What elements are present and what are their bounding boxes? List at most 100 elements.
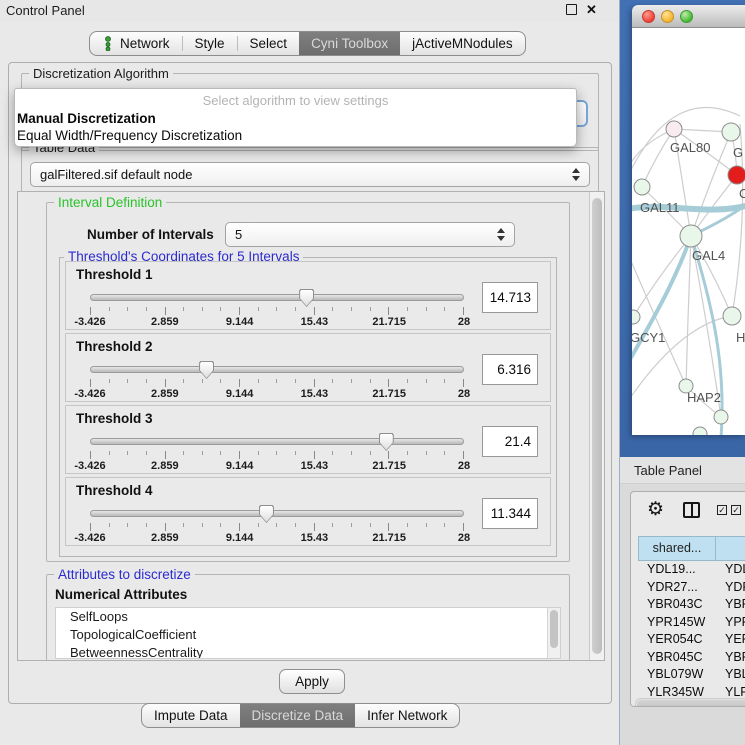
slider-track[interactable] [90, 294, 464, 301]
threshold-value-field[interactable]: 14.713 [482, 282, 538, 313]
table-row[interactable]: YBR045CYBR0 [638, 649, 745, 667]
network-node[interactable] [680, 225, 702, 247]
zoom-traffic-icon[interactable] [680, 10, 693, 23]
attribute-list-item[interactable]: SelfLoops [56, 608, 560, 626]
table-cell[interactable]: YER0 [716, 631, 745, 649]
table-column-header[interactable]: na [716, 536, 745, 561]
slider-ticks [90, 379, 464, 387]
threshold-title: Threshold 4 [76, 483, 153, 498]
table-data-group: Table Data galFiltered.sif default node [21, 147, 599, 193]
table-cell[interactable]: YBL079W [638, 666, 716, 684]
threshold-value-field[interactable]: 6.316 [482, 354, 538, 385]
table-cell[interactable]: YPR145W [638, 614, 716, 632]
attribute-list-item[interactable]: BetweennessCentrality [56, 644, 560, 659]
table-cell[interactable]: YDL19... [638, 561, 716, 579]
numerical-attributes-list[interactable]: SelfLoopsTopologicalCoefficientBetweenne… [55, 607, 561, 659]
table-cell[interactable]: YBR0 [716, 649, 745, 667]
table-row[interactable]: YBL079WYBL0 [638, 666, 745, 684]
slider-handle[interactable] [379, 433, 394, 451]
tab-label: Discretize Data [252, 708, 344, 723]
close-icon[interactable]: ✕ [586, 2, 597, 18]
control-panel-tabbar: NetworkStyleSelectCyni Toolbox jActiveMNo… [89, 31, 526, 56]
tab-cyni-toolbox[interactable]: Cyni Toolbox [299, 32, 400, 55]
threshold-slider[interactable]: -3.4262.8599.14415.4321.71528 [84, 432, 470, 472]
apply-button[interactable]: Apply [279, 669, 345, 694]
tick-label: 15.43 [301, 316, 329, 328]
table-data-combobox[interactable]: galFiltered.sif default node [30, 162, 590, 187]
minimize-traffic-icon[interactable] [661, 10, 674, 23]
table-cell[interactable]: YER054C [638, 631, 716, 649]
node-attribute-table[interactable]: shared...naYDL19...YDL1YDR27...YDR2YBR04… [638, 536, 745, 707]
attributes-list-scrollbar[interactable] [547, 608, 560, 658]
float-window-icon[interactable] [566, 4, 577, 15]
network-node-label: GAL80 [670, 140, 710, 155]
network-node[interactable] [723, 307, 741, 325]
slider-ticks [90, 307, 464, 315]
network-node-label: GAL4 [692, 248, 725, 263]
slider-handle[interactable] [199, 361, 214, 379]
threshold-slider[interactable]: -3.4262.8599.14415.4321.71528 [84, 288, 470, 328]
tab-network[interactable]: Network [90, 32, 182, 55]
network-node[interactable] [632, 310, 640, 324]
table-row[interactable]: YER054CYER0 [638, 631, 745, 649]
network-node[interactable] [714, 410, 728, 424]
network-graph[interactable]: GAL80GGAL11CGAL4GCY1HHAP2 [632, 28, 745, 435]
attribute-list-item[interactable]: TopologicalCoefficient [56, 626, 560, 644]
slider-handle[interactable] [299, 289, 314, 307]
table-cell[interactable]: YBR045C [638, 649, 716, 667]
network-canvas[interactable]: GAL80GGAL11CGAL4GCY1HHAP2 [632, 28, 745, 435]
settings-vertical-scrollbar[interactable] [589, 192, 604, 660]
table-cell[interactable]: YBR043C [638, 596, 716, 614]
gear-icon[interactable]: ⚙ [647, 500, 664, 519]
tick-label: 21.715 [372, 460, 406, 472]
tab-label: jActiveMNodules [412, 36, 513, 51]
tab-jactivemnodules[interactable]: jActiveMNodules [400, 32, 525, 55]
combo-arrows-icon [571, 163, 581, 186]
table-row[interactable]: YPR145WYPR1 [638, 614, 745, 632]
thresholds-group: Threshold's Coordinates for 5 Intervals … [59, 257, 557, 557]
tab-infer-network[interactable]: Infer Network [355, 704, 459, 727]
network-edge-highlighted[interactable] [632, 236, 691, 370]
threshold-slider[interactable]: -3.4262.8599.14415.4321.71528 [84, 360, 470, 400]
threshold-slider[interactable]: -3.4262.8599.14415.4321.71528 [84, 504, 470, 544]
close-traffic-icon[interactable] [642, 10, 655, 23]
tab-style[interactable]: Style [183, 32, 237, 55]
network-edge[interactable] [632, 129, 674, 168]
tab-discretize-data[interactable]: Discretize Data [240, 704, 356, 727]
columns-icon[interactable] [683, 502, 700, 518]
network-edge[interactable] [686, 236, 691, 386]
tab-select[interactable]: Select [238, 32, 300, 55]
table-row[interactable]: YDR27...YDR2 [638, 579, 745, 597]
tick-label: 15.43 [301, 388, 329, 400]
checked-checkbox-icon[interactable]: ✓ [731, 505, 741, 515]
network-node[interactable] [722, 123, 740, 141]
table-cell[interactable]: YDR27... [638, 579, 716, 597]
slider-track[interactable] [90, 510, 464, 517]
threshold-panel: Threshold 4 -3.4262.8599.14415.4321.71528… [65, 477, 551, 546]
table-cell[interactable]: YDR2 [716, 579, 745, 597]
network-node[interactable] [634, 179, 650, 195]
threshold-value-field[interactable]: 11.344 [482, 498, 538, 529]
dropdown-option[interactable]: Manual Discretization [15, 110, 576, 127]
threshold-value-field[interactable]: 21.4 [482, 426, 538, 457]
tick-label: 9.144 [226, 532, 254, 544]
dropdown-option[interactable]: Equal Width/Frequency Discretization [15, 127, 576, 144]
network-node[interactable] [693, 427, 707, 435]
table-row[interactable]: YBR043CYBR0 [638, 596, 745, 614]
table-cell[interactable]: YDL1 [716, 561, 745, 579]
table-column-header[interactable]: shared... [638, 536, 716, 561]
slider-track[interactable] [90, 438, 464, 445]
network-node[interactable] [666, 121, 682, 137]
table-cell[interactable]: YPR1 [716, 614, 745, 632]
tab-impute-data[interactable]: Impute Data [142, 704, 240, 727]
slider-handle[interactable] [259, 505, 274, 523]
number-of-intervals-combobox[interactable]: 5 [225, 222, 515, 247]
checked-checkbox-icon[interactable]: ✓ [717, 505, 727, 515]
tick-label: -3.426 [74, 532, 105, 544]
table-row[interactable]: YDL19...YDL1 [638, 561, 745, 579]
table-horizontal-scrollbar[interactable] [635, 698, 745, 707]
slider-track[interactable] [90, 366, 464, 373]
network-node[interactable] [728, 166, 745, 184]
table-cell[interactable]: YBR0 [716, 596, 745, 614]
table-cell[interactable]: YBL0 [716, 666, 745, 684]
